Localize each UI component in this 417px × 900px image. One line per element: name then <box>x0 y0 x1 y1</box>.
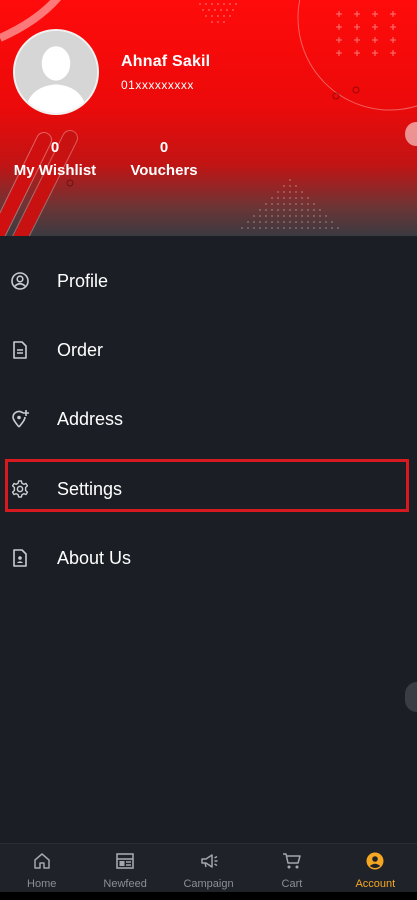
location-add-icon <box>10 409 30 429</box>
cart-icon <box>282 852 302 870</box>
nav-home-label: Home <box>27 878 57 890</box>
megaphone-icon <box>199 852 219 870</box>
menu-label-settings: Settings <box>57 478 123 499</box>
vouchers-stat[interactable]: 0 Vouchers <box>124 139 204 180</box>
profile-header: Ahnaf Sakil 01xxxxxxxxx 0 My Wishlist 0 … <box>0 0 417 236</box>
nav-home[interactable]: Home <box>0 844 83 892</box>
menu-item-settings[interactable]: Settings <box>0 459 417 519</box>
account-icon <box>365 852 385 870</box>
user-phone: 01xxxxxxxxx <box>121 78 194 92</box>
menu-item-order[interactable]: Order <box>0 320 417 380</box>
menu-label-address: Address <box>57 408 124 429</box>
nav-campaign-label: Campaign <box>183 878 234 890</box>
user-name: Ahnaf Sakil <box>121 53 211 70</box>
user-circle-icon <box>10 271 30 291</box>
wishlist-stat[interactable]: 0 My Wishlist <box>8 139 102 180</box>
nav-campaign[interactable]: Campaign <box>167 844 250 892</box>
nav-cart[interactable]: Cart <box>250 844 333 892</box>
home-icon <box>32 852 52 870</box>
vouchers-label: Vouchers <box>130 162 198 179</box>
menu-label-about-us: About Us <box>57 547 132 568</box>
document-icon <box>10 340 30 360</box>
contact-card-icon <box>10 548 30 568</box>
wishlist-label: My Wishlist <box>13 162 97 179</box>
wishlist-count: 0 <box>50 139 60 156</box>
vouchers-count: 0 <box>159 139 169 156</box>
nav-account-label: Account <box>355 878 396 890</box>
menu-label-order: Order <box>57 339 104 360</box>
system-bar <box>0 892 417 900</box>
menu-item-profile[interactable]: Profile <box>0 251 417 311</box>
nav-newfeed-label: Newfeed <box>103 878 147 890</box>
menu-label-profile: Profile <box>57 270 109 291</box>
menu-item-address[interactable]: Address <box>0 389 417 449</box>
person-silhouette-icon <box>15 31 97 113</box>
nav-account[interactable]: Account <box>334 844 417 892</box>
gear-icon <box>10 479 30 499</box>
edge-handle[interactable] <box>405 682 417 712</box>
avatar[interactable] <box>13 29 99 115</box>
newspaper-icon <box>115 852 135 870</box>
menu-item-about-us[interactable]: About Us <box>0 528 417 588</box>
bottom-navigation: Home Newfeed Campaign Cart Account <box>0 843 417 892</box>
nav-newfeed[interactable]: Newfeed <box>83 844 166 892</box>
nav-cart-label: Cart <box>281 878 303 890</box>
